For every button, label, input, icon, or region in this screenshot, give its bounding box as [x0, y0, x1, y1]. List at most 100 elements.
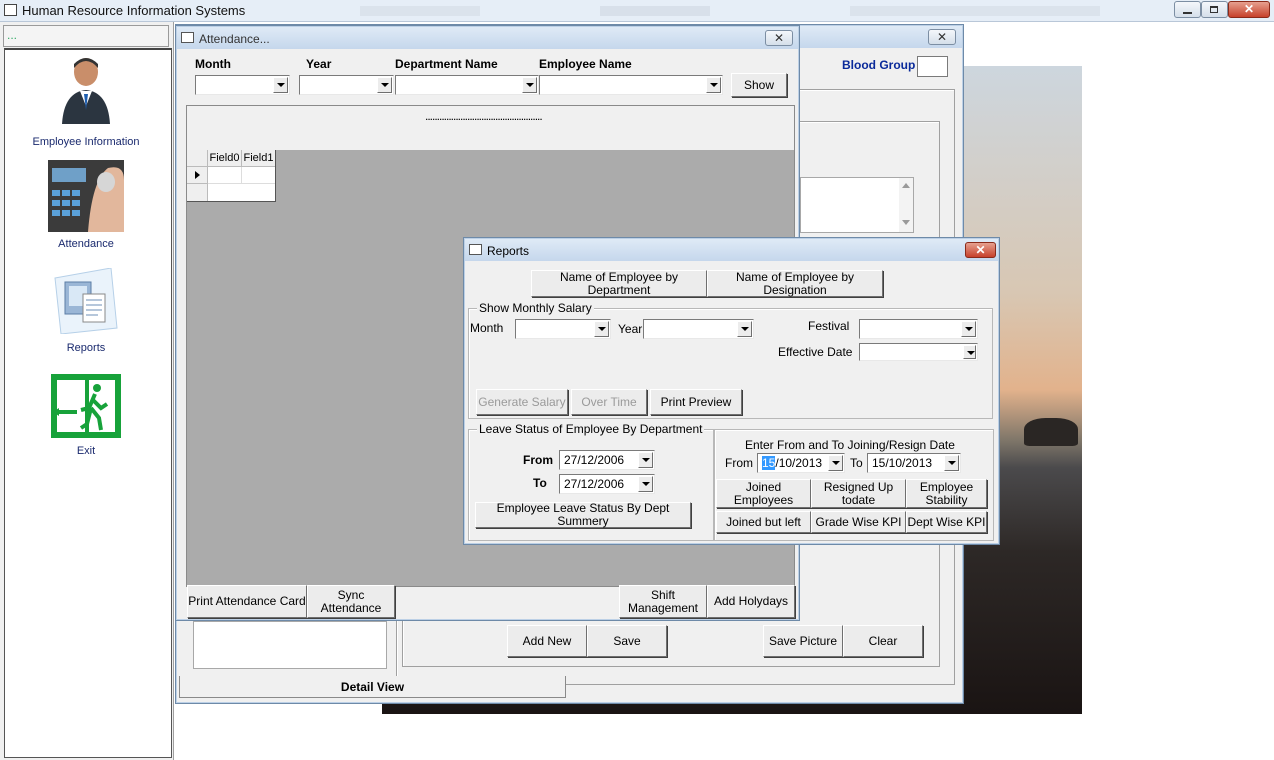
chevron-down-icon[interactable] [377, 77, 392, 93]
close-icon[interactable]: ✕ [1228, 1, 1270, 18]
dept-wise-kpi-button[interactable]: Dept Wise KPI [906, 511, 987, 533]
joining-to-date[interactable]: 15/10/2013 [867, 453, 961, 473]
app-titlebar: Human Resource Information Systems ✕ [0, 0, 1274, 22]
leave-from-date[interactable]: 27/12/2006 [559, 450, 655, 470]
grid-table: Field0 Field1 [187, 150, 276, 202]
salary-month-select[interactable] [515, 319, 611, 339]
app-icon [4, 4, 17, 16]
monthly-salary-group: Show Monthly Salary Month Year Festival … [468, 301, 993, 419]
chevron-down-icon[interactable] [963, 345, 976, 359]
chevron-down-icon[interactable] [594, 321, 609, 337]
background-ghost [600, 6, 710, 16]
restore-icon[interactable] [1201, 1, 1228, 18]
joining-to-label: To [850, 456, 863, 470]
blood-group-input[interactable] [917, 56, 948, 77]
sidebar: ... Employee Information Attendance Repo… [0, 22, 174, 760]
exit-door-icon [51, 374, 121, 438]
grid-row-header [187, 184, 208, 201]
chevron-down-icon[interactable] [638, 452, 653, 468]
effective-date-label: Effective Date [778, 345, 853, 359]
chevron-down-icon[interactable] [273, 77, 288, 93]
window-icon [181, 32, 194, 43]
scroll-up-icon[interactable] [902, 183, 910, 188]
joined-employees-button[interactable]: Joined Employees [716, 479, 811, 508]
chevron-down-icon[interactable] [522, 77, 537, 93]
employee-stability-button[interactable]: Employee Stability [906, 479, 987, 508]
add-holydays-button[interactable]: Add Holydays [707, 585, 795, 618]
chevron-down-icon[interactable] [828, 455, 843, 471]
sidebar-item-label: Exit [76, 445, 96, 457]
sidebar-item-label: Employee Information [32, 136, 140, 148]
close-icon[interactable]: ✕ [928, 29, 956, 45]
attendance-title: Attendance... [199, 32, 270, 46]
over-time-button[interactable]: Over Time [571, 389, 647, 415]
salary-month-label: Month [470, 321, 504, 335]
sidebar-item-label: Attendance [58, 238, 114, 250]
department-label: Department Name [395, 57, 498, 71]
save-picture-button[interactable]: Save Picture [763, 625, 843, 657]
sidebar-header: ... [3, 25, 169, 47]
employee-by-designation-button[interactable]: Name of Employee by Designation [707, 270, 883, 297]
reports-titlebar: Reports [465, 239, 998, 261]
leave-status-group: Leave Status of Employee By Department F… [468, 422, 714, 541]
grid-column-header[interactable]: Field0 [208, 150, 242, 167]
scroll-down-icon[interactable] [902, 220, 910, 225]
employee-by-department-button[interactable]: Name of Employee by Department [531, 270, 707, 297]
window-icon [469, 244, 482, 255]
chevron-down-icon[interactable] [961, 321, 976, 337]
reports-icon [54, 268, 118, 334]
background-rock [1024, 418, 1078, 446]
print-attendance-card-button[interactable]: Print Attendance Card [187, 585, 307, 618]
year-label: Year [306, 57, 332, 71]
leave-summary-button[interactable]: Employee Leave Status By Dept Summery [475, 502, 691, 528]
background-ghost [850, 6, 1100, 16]
address-textarea[interactable] [800, 177, 914, 233]
salary-year-label: Year [618, 322, 643, 336]
resigned-up-todate-button[interactable]: Resigned Up todate [811, 479, 906, 508]
chevron-down-icon[interactable] [737, 321, 752, 337]
grid-cell[interactable] [208, 167, 242, 184]
app-title: Human Resource Information Systems [22, 3, 246, 18]
sync-attendance-button[interactable]: Sync Attendance [307, 585, 395, 618]
festival-select[interactable] [859, 319, 978, 339]
sidebar-item-exit[interactable]: Exit [0, 374, 172, 464]
grid-column-header[interactable]: Field1 [242, 150, 275, 167]
grid-cell[interactable] [242, 167, 275, 184]
joining-from-label: From [725, 456, 753, 470]
salary-year-select[interactable] [643, 319, 754, 339]
save-button[interactable]: Save [587, 625, 667, 657]
grid-caption: ........................................… [425, 109, 543, 123]
employee-label: Employee Name [539, 57, 632, 71]
year-select[interactable] [299, 75, 394, 95]
employee-select[interactable] [539, 75, 723, 95]
scrollbar[interactable] [899, 178, 913, 232]
joined-but-left-button[interactable]: Joined but left [716, 511, 811, 533]
print-preview-button[interactable]: Print Preview [650, 389, 742, 415]
grade-wise-kpi-button[interactable]: Grade Wise KPI [811, 511, 906, 533]
department-select[interactable] [395, 75, 539, 95]
close-icon[interactable]: ✕ [965, 242, 996, 258]
chevron-down-icon[interactable] [944, 455, 959, 471]
chevron-down-icon[interactable] [706, 77, 721, 93]
fingerprint-terminal-icon [48, 160, 124, 232]
sidebar-item-employee-information[interactable]: Employee Information [0, 54, 172, 148]
month-select[interactable] [195, 75, 290, 95]
shift-management-button[interactable]: Shift Management [619, 585, 707, 618]
joining-from-date[interactable]: 15/10/2013 [757, 453, 845, 473]
sidebar-item-reports[interactable]: Reports [0, 268, 172, 358]
leave-to-date[interactable]: 27/12/2006 [559, 474, 655, 494]
tab-detail-view[interactable]: Detail View [179, 676, 566, 698]
reports-window: Reports ✕ Name of Employee by Department… [463, 237, 1000, 545]
generate-salary-button[interactable]: Generate Salary [476, 389, 568, 415]
leave-status-legend: Leave Status of Employee By Department [477, 422, 705, 436]
sidebar-item-attendance[interactable]: Attendance [0, 160, 172, 252]
clear-button[interactable]: Clear [843, 625, 923, 657]
show-button[interactable]: Show [731, 73, 787, 97]
reports-title: Reports [487, 244, 530, 258]
close-icon[interactable]: ✕ [765, 30, 793, 46]
minimize-icon[interactable] [1174, 1, 1201, 18]
chevron-down-icon[interactable] [638, 476, 653, 492]
effective-date-picker[interactable] [859, 343, 978, 361]
monthly-salary-legend: Show Monthly Salary [477, 301, 594, 315]
add-new-button[interactable]: Add New [507, 625, 587, 657]
